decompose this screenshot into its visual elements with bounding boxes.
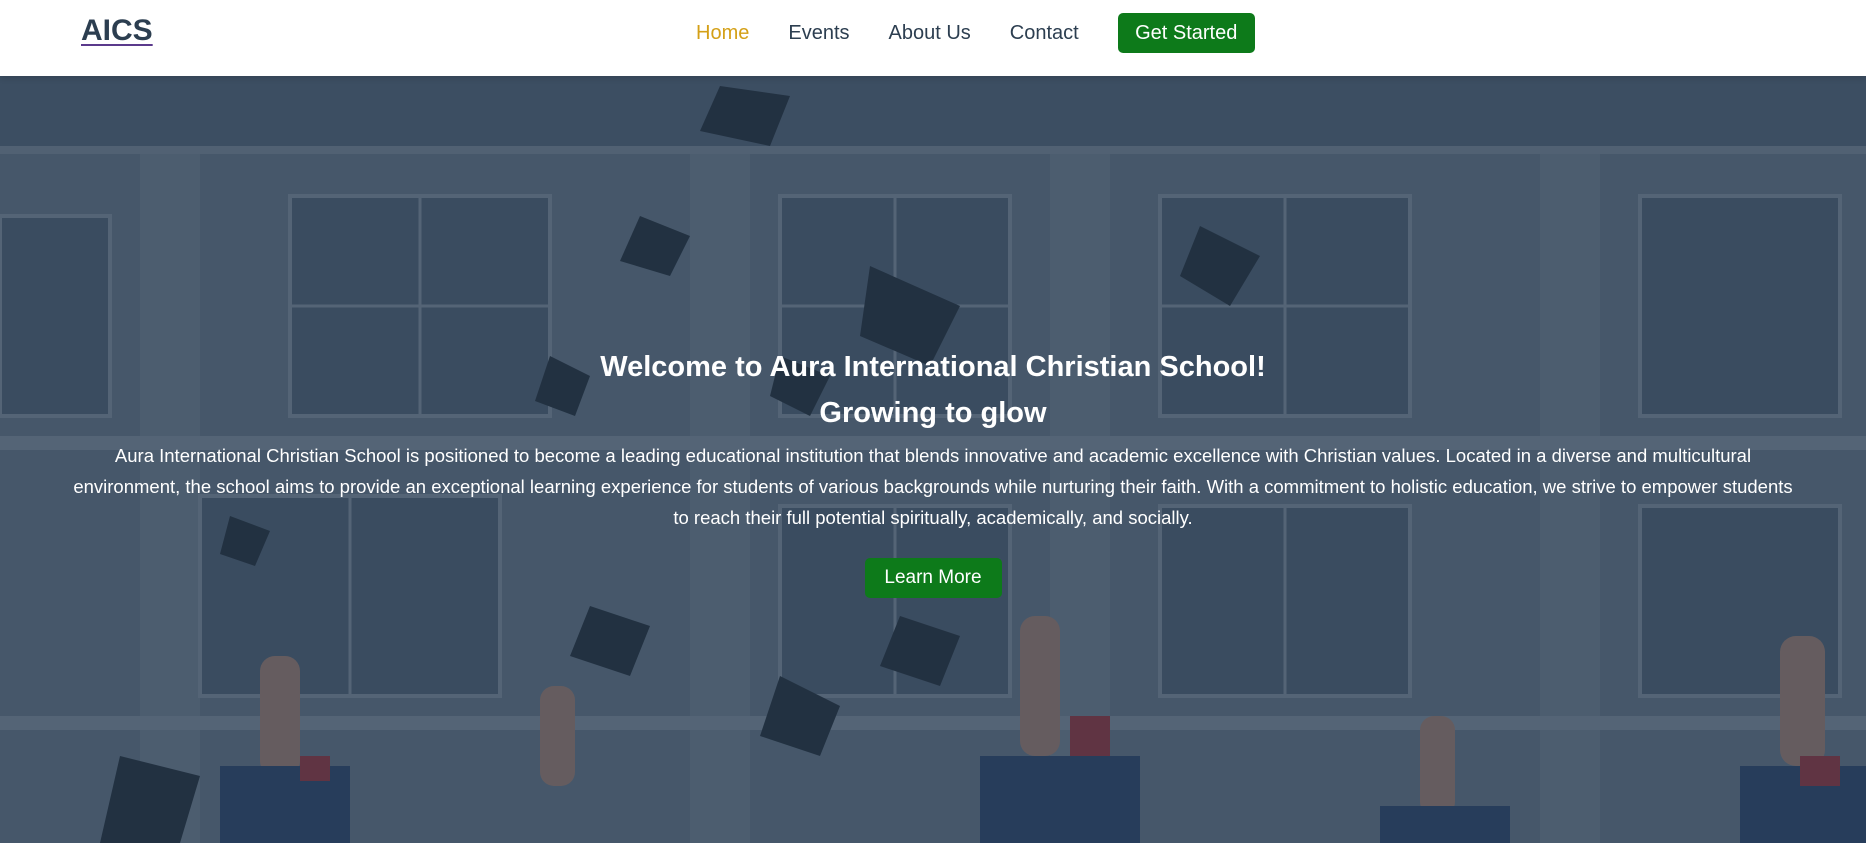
hero-section: Welcome to Aura International Christian … <box>0 76 1866 843</box>
nav-links: Home Events About Us Contact Get Started <box>696 13 1255 53</box>
hero-content: Welcome to Aura International Christian … <box>0 344 1866 598</box>
nav-link-events[interactable]: Events <box>788 22 849 45</box>
navbar: AICS Home Events About Us Contact Get St… <box>0 0 1866 76</box>
learn-more-button[interactable]: Learn More <box>864 558 1002 598</box>
hero-subtitle: Growing to glow <box>819 397 1047 429</box>
site-logo[interactable]: AICS <box>81 14 153 48</box>
hero-title: Welcome to Aura International Christian … <box>600 351 1266 383</box>
nav-link-home[interactable]: Home <box>696 22 749 45</box>
get-started-button[interactable]: Get Started <box>1117 13 1255 53</box>
nav-link-about-us[interactable]: About Us <box>889 22 971 45</box>
hero-description: Aura International Christian School is p… <box>73 445 1793 528</box>
nav-link-contact[interactable]: Contact <box>1010 22 1079 45</box>
